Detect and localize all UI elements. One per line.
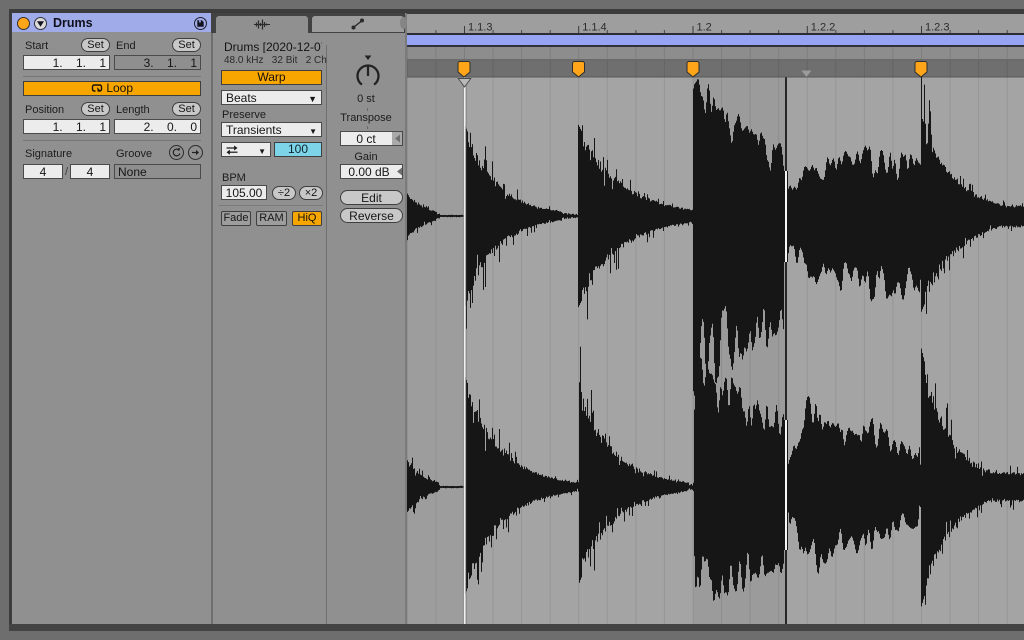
svg-text:1.2: 1.2	[697, 22, 712, 34]
svg-text:1.2.2: 1.2.2	[811, 22, 835, 34]
svg-text:1.1.3: 1.1.3	[468, 22, 492, 34]
svg-text:1.1.4: 1.1.4	[582, 22, 606, 34]
svg-text:1.2.3: 1.2.3	[925, 22, 949, 34]
